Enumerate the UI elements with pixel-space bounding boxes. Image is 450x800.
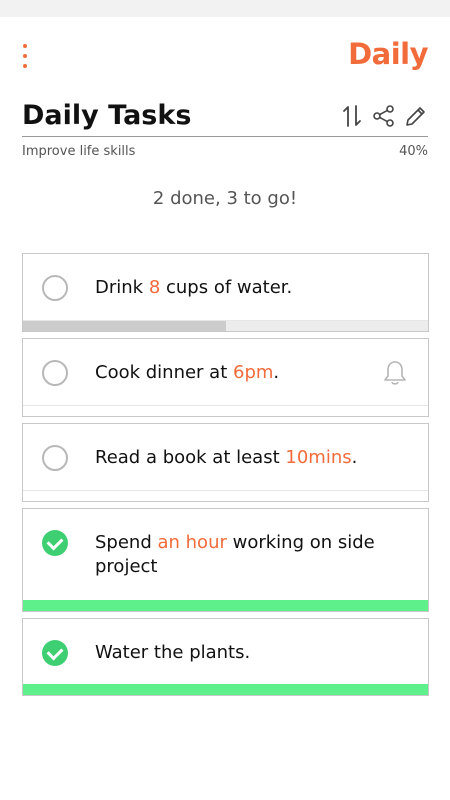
task-text-part: Drink <box>95 277 149 298</box>
task-highlight: 8 <box>148 277 161 298</box>
bell-icon[interactable] <box>382 359 408 387</box>
task-highlight: 6pm <box>233 362 274 383</box>
card-divider <box>23 490 428 491</box>
task-card[interactable]: Water the plants. <box>22 618 429 696</box>
task-text-part: Read a book at least <box>95 447 286 468</box>
task-text-part: cups of water. <box>160 277 293 298</box>
task-text: Cook dinner at 6pm. <box>95 361 384 385</box>
task-highlight: 10mins <box>285 447 352 468</box>
task-checkbox-checked[interactable] <box>42 640 68 666</box>
task-progress-fill <box>23 321 226 331</box>
task-progress-bar <box>23 321 428 331</box>
task-checkbox[interactable] <box>42 360 68 386</box>
task-card[interactable]: Drink 8 cups of water. <box>22 253 429 332</box>
card-divider <box>23 405 428 406</box>
task-text-part: Water the plants. <box>95 642 251 663</box>
task-text-part: . <box>273 362 280 383</box>
task-text: Drink 8 cups of water. <box>95 276 384 300</box>
progress-summary: 2 done, 3 to go! <box>152 188 298 209</box>
completion-percent: 40% <box>399 144 428 159</box>
status-bar <box>0 0 450 17</box>
task-card[interactable]: Spend an hour working on side project <box>22 508 429 612</box>
menu-dot <box>23 44 27 48</box>
task-checkbox-checked[interactable] <box>42 530 68 556</box>
task-text: Water the plants. <box>95 641 384 665</box>
page-title: Daily Tasks <box>22 100 192 131</box>
menu-dot <box>23 54 27 58</box>
title-actions <box>340 103 428 129</box>
list-subtitle: Improve life skills <box>22 144 136 159</box>
share-icon[interactable] <box>372 103 396 129</box>
sort-icon[interactable] <box>340 103 364 129</box>
task-text: Read a book at least 10mins. <box>95 446 384 470</box>
title-divider <box>22 136 428 137</box>
task-card[interactable]: Cook dinner at 6pm. <box>22 338 429 417</box>
task-text-part: . <box>351 447 358 468</box>
task-card[interactable]: Read a book at least 10mins. <box>22 423 429 502</box>
task-complete-bar <box>23 600 428 611</box>
task-text-part: Cook dinner at <box>95 362 233 383</box>
menu-dot <box>23 64 27 68</box>
task-checkbox[interactable] <box>42 445 68 471</box>
overflow-menu-button[interactable] <box>16 42 34 70</box>
app-logo: Daily <box>348 37 428 71</box>
task-checkbox[interactable] <box>42 275 68 301</box>
task-text: Spend an hour working on side project <box>95 531 384 579</box>
task-complete-bar <box>23 684 428 695</box>
task-highlight: an hour <box>157 532 227 553</box>
task-text-part: Spend <box>95 532 158 553</box>
task-list: Drink 8 cups of water. Cook dinner at 6p… <box>22 253 429 702</box>
edit-pencil-icon[interactable] <box>404 103 428 129</box>
